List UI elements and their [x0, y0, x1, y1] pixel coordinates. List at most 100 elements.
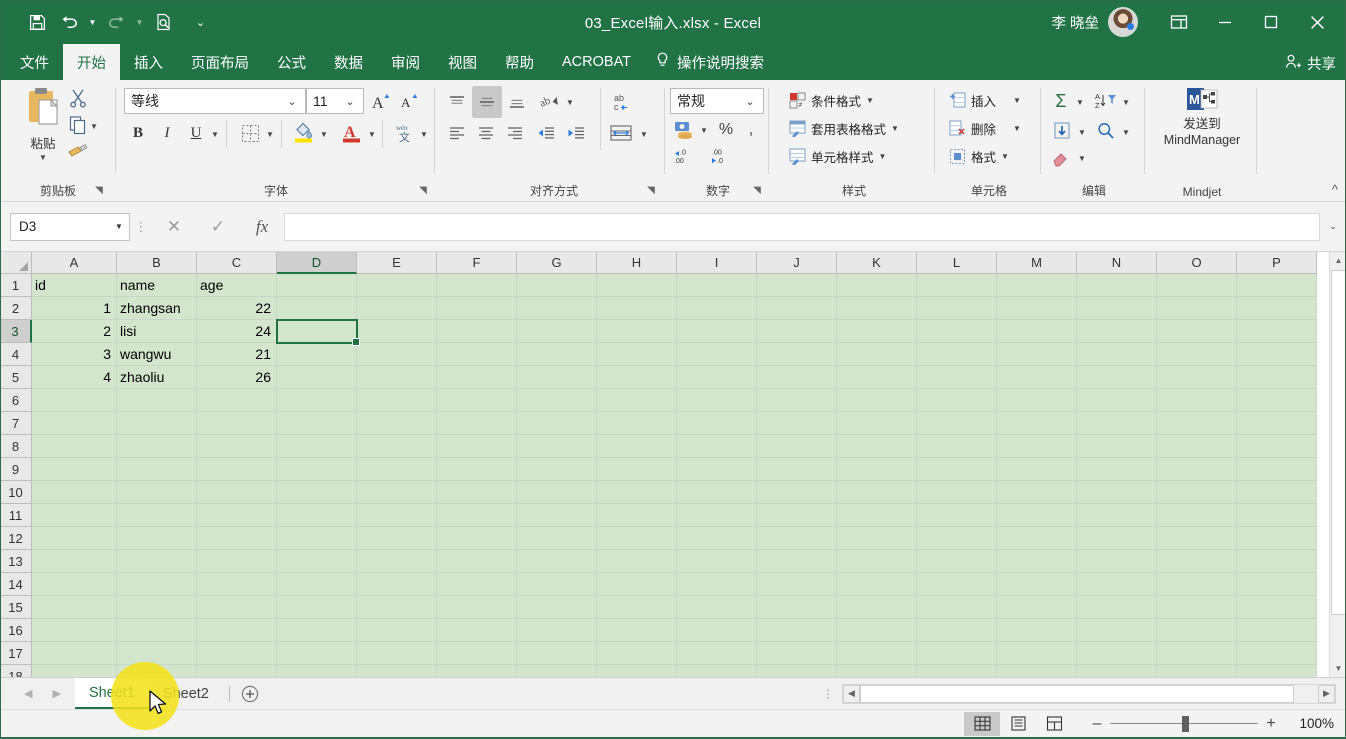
cell-G8[interactable] — [517, 435, 597, 458]
normal-view-icon[interactable] — [964, 711, 1000, 736]
column-header-h[interactable]: H — [597, 252, 677, 274]
font-color-button[interactable]: A — [338, 118, 366, 146]
cell-J17[interactable] — [757, 642, 837, 665]
cell-E1[interactable] — [357, 274, 437, 297]
clear-dropdown-icon[interactable]: ▼ — [1078, 154, 1086, 163]
cell-A14[interactable] — [32, 573, 117, 596]
italic-button[interactable]: I — [154, 120, 180, 146]
cell-L4[interactable] — [917, 343, 997, 366]
font-name-chevron-down-icon[interactable]: ⌄ — [279, 95, 305, 108]
cell-N13[interactable] — [1077, 550, 1157, 573]
cell-K12[interactable] — [837, 527, 917, 550]
sheet-split-handle[interactable]: ⋮ — [822, 688, 842, 700]
cell-I1[interactable] — [677, 274, 757, 297]
cell-D4[interactable] — [277, 343, 357, 366]
cell-K3[interactable] — [837, 320, 917, 343]
cancel-entry-icon[interactable]: ✕ — [152, 212, 196, 242]
cell-I12[interactable] — [677, 527, 757, 550]
zoom-out-button[interactable]: – — [1084, 712, 1110, 736]
cell-L5[interactable] — [917, 366, 997, 389]
cell-C12[interactable] — [197, 527, 277, 550]
cell-E10[interactable] — [357, 481, 437, 504]
cell-O13[interactable] — [1157, 550, 1237, 573]
fill-down-button[interactable] — [1048, 118, 1076, 144]
font-name-combo[interactable]: 等线 ⌄ — [124, 88, 306, 114]
cell-I15[interactable] — [677, 596, 757, 619]
cell-K2[interactable] — [837, 297, 917, 320]
cell-M15[interactable] — [997, 596, 1077, 619]
cell-M6[interactable] — [997, 389, 1077, 412]
cell-P8[interactable] — [1237, 435, 1317, 458]
cell-H5[interactable] — [597, 366, 677, 389]
select-all-corner[interactable] — [0, 252, 32, 274]
cell-G11[interactable] — [517, 504, 597, 527]
cell-D9[interactable] — [277, 458, 357, 481]
cell-N7[interactable] — [1077, 412, 1157, 435]
cell-C3[interactable]: 24 — [197, 320, 277, 343]
align-left-icon[interactable] — [444, 120, 470, 146]
underline-dropdown-icon[interactable]: ▼ — [211, 130, 219, 139]
cell-C9[interactable] — [197, 458, 277, 481]
cell-O8[interactable] — [1157, 435, 1237, 458]
cell-F3[interactable] — [437, 320, 517, 343]
insert-function-icon[interactable]: fx — [240, 212, 284, 242]
cell-F5[interactable] — [437, 366, 517, 389]
cell-J12[interactable] — [757, 527, 837, 550]
tell-me-search[interactable]: 操作说明搜索 — [645, 44, 774, 80]
cell-A8[interactable] — [32, 435, 117, 458]
cell-K16[interactable] — [837, 619, 917, 642]
column-header-n[interactable]: N — [1077, 252, 1157, 274]
cell-J7[interactable] — [757, 412, 837, 435]
cell-M3[interactable] — [997, 320, 1077, 343]
collapse-ribbon-button[interactable]: ^ — [1332, 182, 1338, 197]
account-name[interactable]: 李 晓垒 — [1051, 12, 1099, 33]
cell-G16[interactable] — [517, 619, 597, 642]
cell-O2[interactable] — [1157, 297, 1237, 320]
cell-B9[interactable] — [117, 458, 197, 481]
paste-dropdown-icon[interactable]: ▼ — [14, 153, 72, 162]
cell-A17[interactable] — [32, 642, 117, 665]
cell-G7[interactable] — [517, 412, 597, 435]
cell-K7[interactable] — [837, 412, 917, 435]
cell-C10[interactable] — [197, 481, 277, 504]
column-header-l[interactable]: L — [917, 252, 997, 274]
cell-N5[interactable] — [1077, 366, 1157, 389]
cell-E13[interactable] — [357, 550, 437, 573]
name-box-chevron-down-icon[interactable]: ▼ — [109, 222, 129, 231]
sheet-tab-sheet2[interactable]: Sheet2 — [149, 678, 223, 709]
insert-cells-button[interactable]: 插入 ▼ — [946, 90, 1024, 111]
cell-K4[interactable] — [837, 343, 917, 366]
cell-A10[interactable] — [32, 481, 117, 504]
cell-P7[interactable] — [1237, 412, 1317, 435]
cell-M7[interactable] — [997, 412, 1077, 435]
cell-D10[interactable] — [277, 481, 357, 504]
cell-A5[interactable]: 4 — [32, 366, 117, 389]
cell-H14[interactable] — [597, 573, 677, 596]
cell-C14[interactable] — [197, 573, 277, 596]
cell-O15[interactable] — [1157, 596, 1237, 619]
cell-J13[interactable] — [757, 550, 837, 573]
cell-O6[interactable] — [1157, 389, 1237, 412]
cell-I13[interactable] — [677, 550, 757, 573]
column-header-o[interactable]: O — [1157, 252, 1237, 274]
print-preview-icon[interactable] — [148, 7, 178, 37]
cell-G6[interactable] — [517, 389, 597, 412]
cell-L1[interactable] — [917, 274, 997, 297]
font-size-chevron-down-icon[interactable]: ⌄ — [337, 95, 363, 108]
cell-N2[interactable] — [1077, 297, 1157, 320]
cell-M9[interactable] — [997, 458, 1077, 481]
cell-M13[interactable] — [997, 550, 1077, 573]
cell-N3[interactable] — [1077, 320, 1157, 343]
borders-dropdown-icon[interactable]: ▼ — [266, 130, 274, 139]
next-sheet-icon[interactable]: ▶ — [52, 687, 60, 700]
cell-M2[interactable] — [997, 297, 1077, 320]
cell-E16[interactable] — [357, 619, 437, 642]
cell-B14[interactable] — [117, 573, 197, 596]
cell-N1[interactable] — [1077, 274, 1157, 297]
copy-button[interactable] — [68, 115, 88, 140]
cell-M8[interactable] — [997, 435, 1077, 458]
row-header-17[interactable]: 17 — [0, 642, 32, 665]
cell-E12[interactable] — [357, 527, 437, 550]
cell-M1[interactable] — [997, 274, 1077, 297]
cell-A3[interactable]: 2 — [32, 320, 117, 343]
